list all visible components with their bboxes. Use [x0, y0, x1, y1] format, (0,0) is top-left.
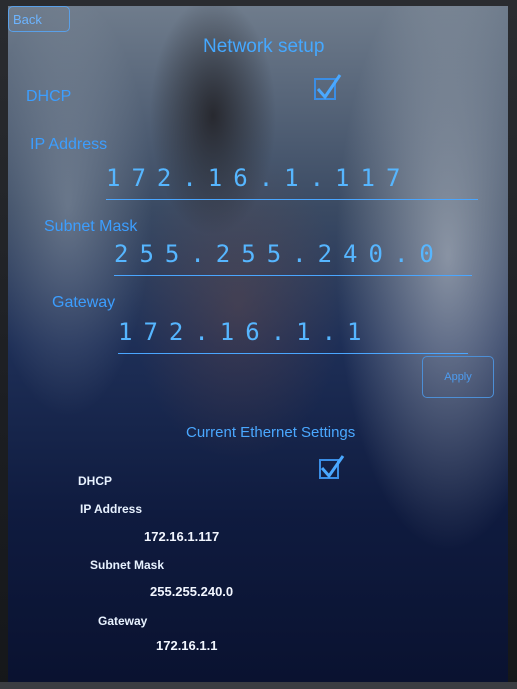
current-dhcp-checkbox: [319, 455, 345, 479]
back-button[interactable]: Back: [8, 6, 70, 32]
dhcp-label: DHCP: [26, 88, 72, 105]
subnet-mask-underline: [114, 274, 472, 276]
device-bottom-edge: [0, 682, 517, 689]
current-dhcp-label: DHCP: [78, 474, 113, 488]
current-ip-label: IP Address: [80, 502, 143, 516]
current-gateway-value: 172.16.1.1: [156, 638, 218, 653]
subnet-mask-field[interactable]: 255.255.240.0: [114, 240, 472, 276]
page-title: Network setup: [203, 36, 325, 57]
gateway-field[interactable]: 172.16.1.1: [118, 318, 468, 354]
current-subnet-value: 255.255.240.0: [150, 584, 234, 599]
apply-button[interactable]: Apply: [422, 356, 494, 398]
gateway-underline: [118, 352, 468, 354]
checkmark-icon: [316, 74, 342, 100]
ip-address-underline: [106, 198, 478, 200]
current-gateway-label: Gateway: [98, 614, 148, 628]
touch-screen: Back Network setup DHCP IP Address 172.1…: [8, 6, 508, 682]
current-settings-title: Current Ethernet Settings: [186, 424, 356, 441]
ip-address-value: 172.16.1.117: [106, 164, 412, 192]
dhcp-checkbox[interactable]: [314, 74, 342, 100]
checkmark-icon: [320, 455, 345, 479]
subnet-mask-value: 255.255.240.0: [114, 240, 445, 268]
gateway-value: 172.16.1.1: [118, 318, 373, 346]
gateway-label: Gateway: [52, 294, 116, 311]
subnet-mask-label: Subnet Mask: [44, 218, 138, 235]
ip-address-label: IP Address: [30, 136, 108, 153]
current-ip-value: 172.16.1.117: [144, 529, 220, 544]
ip-address-field[interactable]: 172.16.1.117: [106, 164, 478, 200]
current-subnet-label: Subnet Mask: [90, 558, 165, 572]
